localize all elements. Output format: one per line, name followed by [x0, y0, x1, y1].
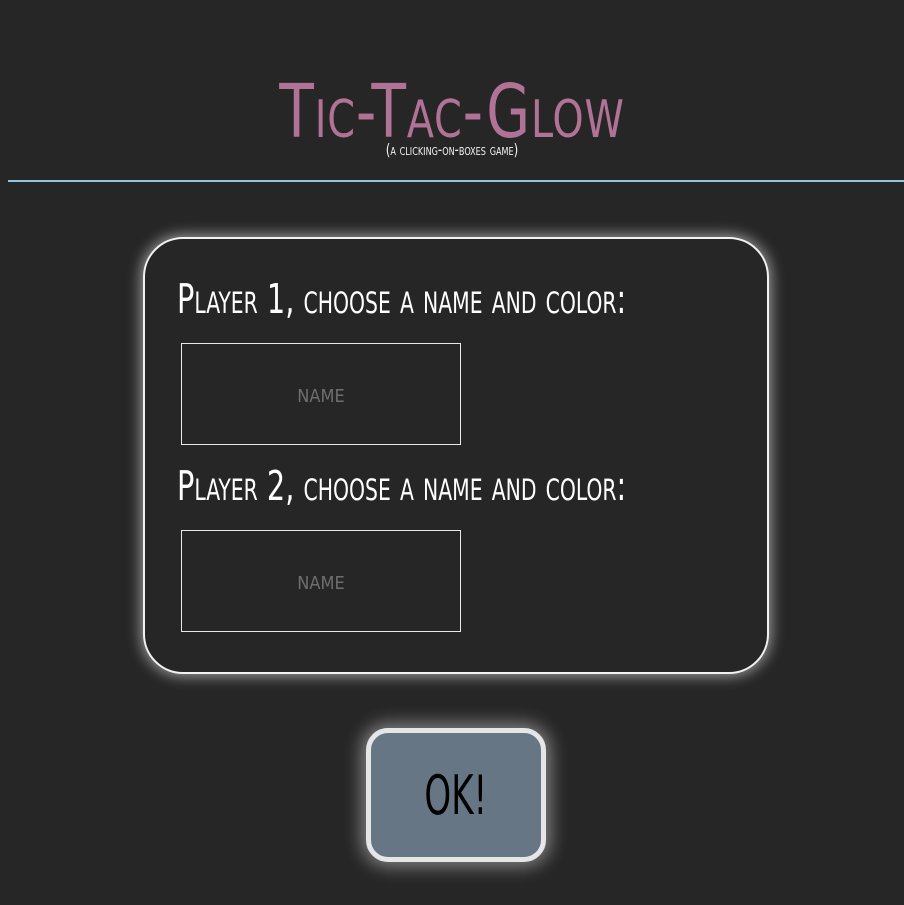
header-divider [8, 180, 904, 182]
player-setup-panel: Player 1, choose a name and color: Playe… [143, 237, 769, 674]
player1-prompt: Player 1, choose a name and color: [177, 275, 627, 323]
player2-name-input[interactable] [181, 530, 461, 632]
ok-button-label: OK! [424, 763, 488, 827]
player1-name-input[interactable] [181, 343, 461, 445]
player2-prompt: Player 2, choose a name and color: [177, 462, 627, 510]
app-subtitle: (a clicking-on-boxes game) [385, 140, 519, 159]
ok-button[interactable]: OK! [366, 728, 546, 862]
